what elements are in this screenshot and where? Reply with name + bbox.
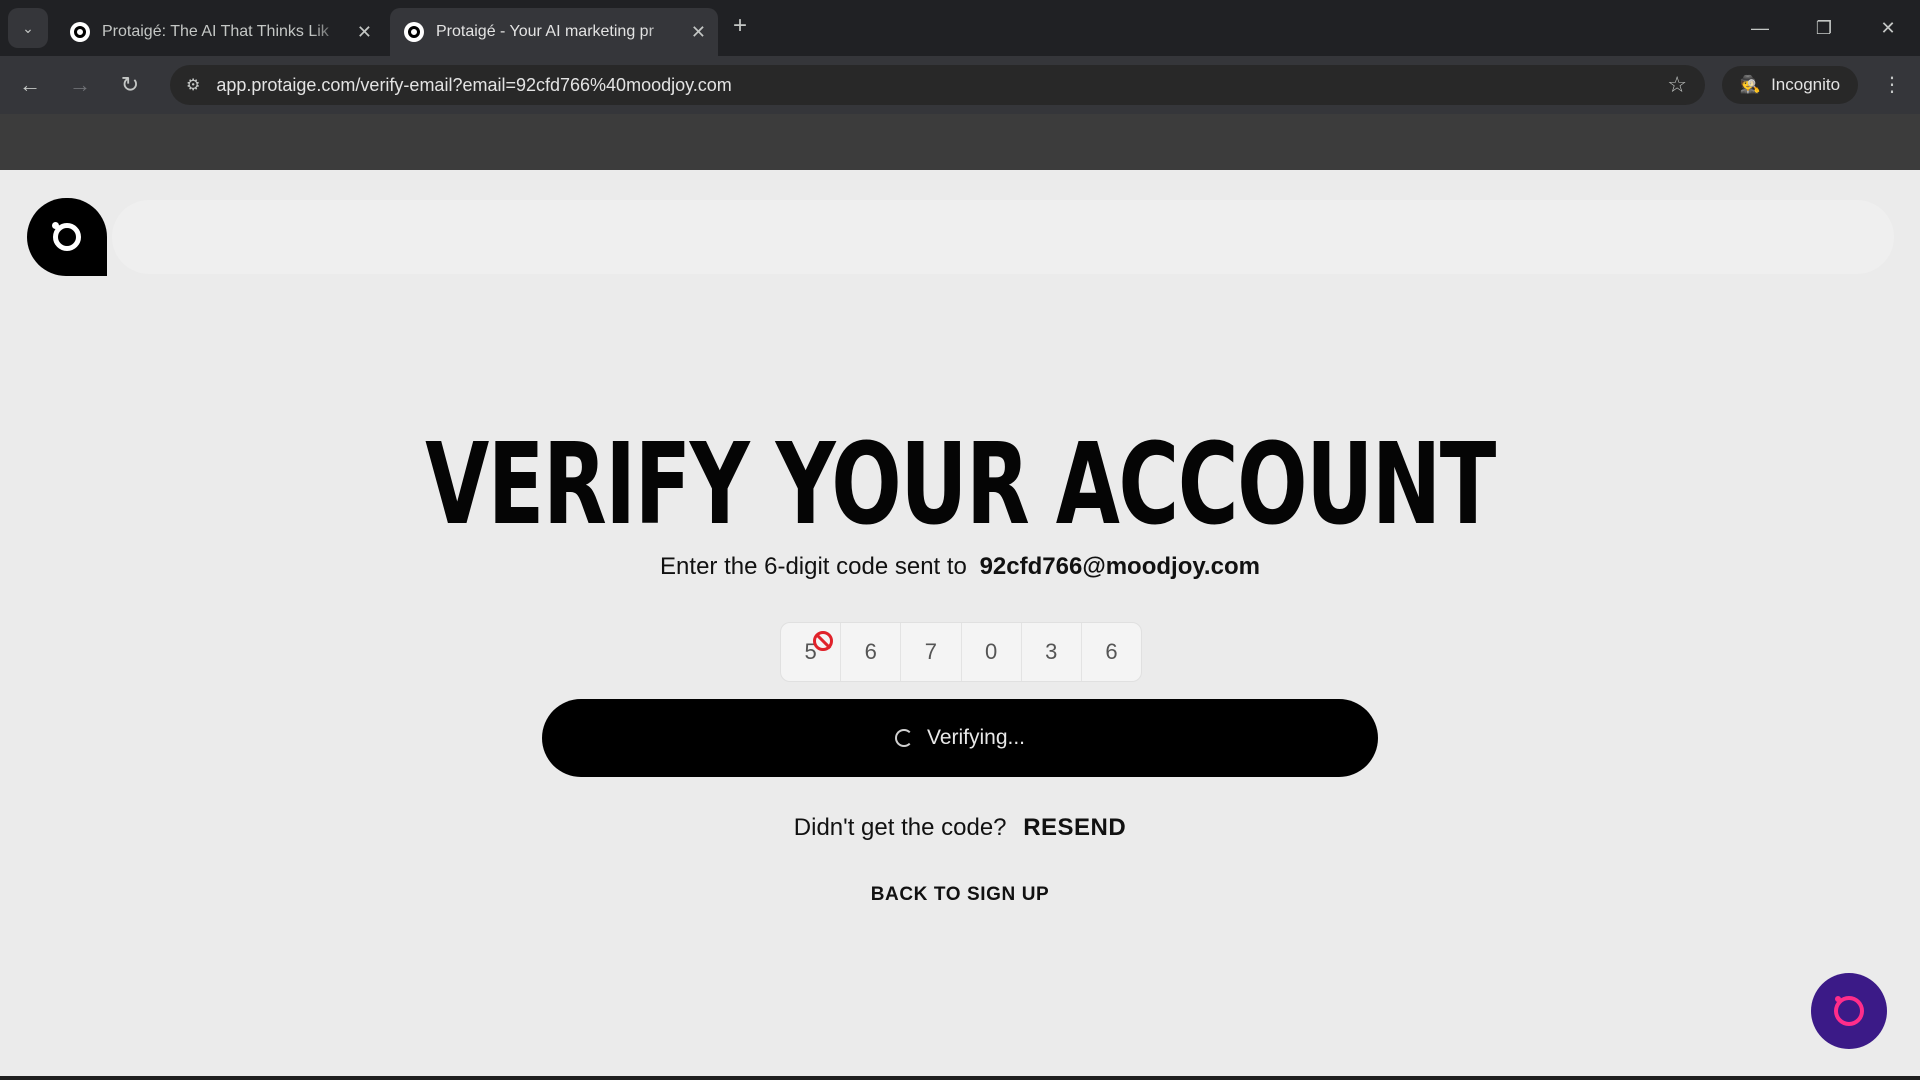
protaige-favicon-icon xyxy=(70,22,90,42)
otp-digit-input[interactable]: 3 xyxy=(1022,623,1082,681)
browser-tab-2[interactable]: Protaigé - Your AI marketing pr ✕ xyxy=(390,8,718,56)
window-close-icon[interactable]: ✕ xyxy=(1856,0,1920,56)
plus-icon[interactable]: + xyxy=(733,12,747,40)
address-bar[interactable]: ⚙ app.protaige.com/verify-email?email=92… xyxy=(170,65,1705,105)
browser-toolbar: ← → ↻ ⚙ app.protaige.com/verify-email?em… xyxy=(0,56,1920,114)
otp-digit-input[interactable]: 5 xyxy=(781,623,842,681)
otp-digit-input[interactable]: 6 xyxy=(1082,623,1141,681)
page-content: VERIFY YOUR ACCOUNT Enter the 6-digit co… xyxy=(0,170,1920,1076)
verify-instructions: Enter the 6-digit code sent to 92cfd766@… xyxy=(0,553,1920,581)
otp-digit-value: 3 xyxy=(1045,639,1058,664)
verify-button[interactable]: Verifying... xyxy=(542,699,1378,777)
close-icon[interactable]: ✕ xyxy=(357,22,372,43)
incognito-icon: 🕵 xyxy=(1739,75,1762,94)
otp-digit-input[interactable]: 0 xyxy=(962,623,1022,681)
header-bar xyxy=(112,200,1894,274)
resend-link[interactable]: RESEND xyxy=(1023,814,1126,841)
browser-tab-bar: ⌄ Protaigé: The AI That Thinks Lik ✕ Pro… xyxy=(0,0,1920,56)
email-address: 92cfd766@moodjoy.com xyxy=(979,553,1260,580)
minimize-icon[interactable]: — xyxy=(1728,0,1792,56)
instructions-text: Enter the 6-digit code sent to xyxy=(660,553,967,580)
resend-prompt: Didn't get the code? xyxy=(793,814,1007,841)
close-icon[interactable]: ✕ xyxy=(691,22,706,43)
otp-digit-value: 6 xyxy=(1105,639,1118,664)
incognito-label: Incognito xyxy=(1771,75,1841,94)
reload-icon[interactable]: ↻ xyxy=(110,65,150,105)
back-arrow-icon[interactable]: ← xyxy=(10,65,50,105)
otp-digit-input[interactable]: 6 xyxy=(841,623,902,681)
otp-digit-input[interactable]: 7 xyxy=(901,623,962,681)
page-title: VERIFY YOUR ACCOUNT xyxy=(425,420,1496,550)
spinner-icon xyxy=(894,729,913,747)
tune-icon[interactable]: ⚙ xyxy=(186,75,200,95)
otp-digit-value: 0 xyxy=(984,639,998,664)
bookmark-strip xyxy=(0,114,1920,170)
chevron-down-icon[interactable]: ⌄ xyxy=(8,8,48,48)
star-icon[interactable]: ☆ xyxy=(1667,72,1687,98)
back-to-signup-link[interactable]: BACK TO SIGN UP xyxy=(0,884,1920,906)
protaige-logo[interactable] xyxy=(27,198,107,276)
tab-title: Protaigé: The AI That Thinks Lik xyxy=(102,23,329,40)
protaige-favicon-icon xyxy=(404,22,424,42)
incognito-badge[interactable]: 🕵 Incognito xyxy=(1722,66,1858,104)
otp-digit-value: 6 xyxy=(864,639,877,664)
verify-button-label: Verifying... xyxy=(926,726,1026,749)
otp-digit-value: 7 xyxy=(924,639,938,664)
window-controls: — ❐ ✕ xyxy=(1728,0,1920,56)
url-text[interactable]: app.protaige.com/verify-email?email=92cf… xyxy=(216,75,1667,96)
restore-icon[interactable]: ❐ xyxy=(1792,0,1856,56)
not-allowed-cursor-icon xyxy=(813,631,833,651)
resend-row: Didn't get the code? RESEND xyxy=(0,814,1920,842)
chat-launcher-button[interactable] xyxy=(1811,973,1887,1049)
otp-input-group: 5 6 7 0 3 6 xyxy=(780,622,1142,682)
logo-dot-icon xyxy=(52,222,59,229)
browser-tab-1[interactable]: Protaigé: The AI That Thinks Lik ✕ xyxy=(56,8,384,56)
chat-dot-icon xyxy=(1835,996,1841,1002)
forward-arrow-icon[interactable]: → xyxy=(60,65,100,105)
tab-title: Protaigé - Your AI marketing pr xyxy=(436,23,654,40)
kebab-menu-icon[interactable]: ⋮ xyxy=(1882,72,1902,97)
